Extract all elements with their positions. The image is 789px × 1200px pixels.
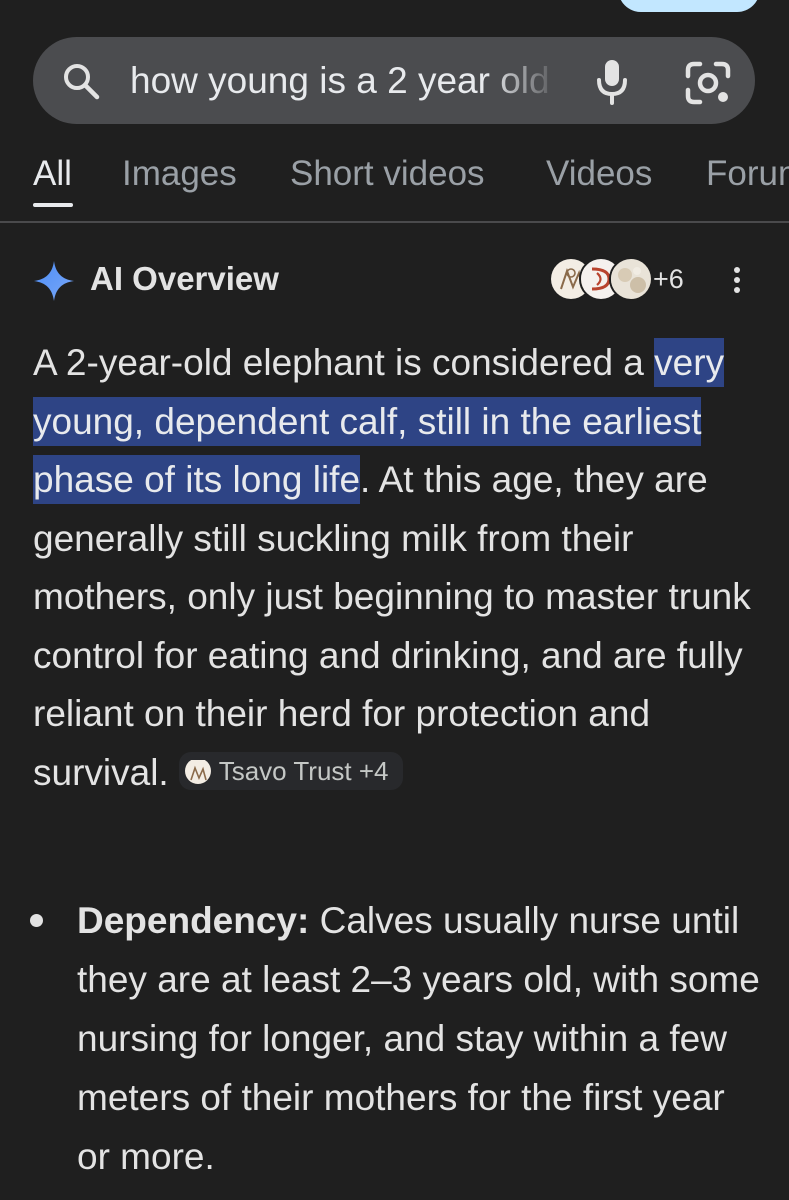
- bullet-marker: [30, 914, 43, 927]
- top-action-button[interactable]: [618, 0, 760, 12]
- top-bar-remnant: [0, 0, 789, 30]
- search-tabs: All Images Short videos Videos Forums: [0, 142, 789, 212]
- tab-all-underline: [33, 203, 73, 207]
- citation-avatar: [184, 758, 211, 784]
- tab-all[interactable]: All: [33, 154, 72, 194]
- tab-images[interactable]: Images: [122, 154, 237, 194]
- bullet-body: Calves usually nurse until they are at l…: [77, 900, 760, 1177]
- citation-label: Tsavo Trust +4: [218, 755, 389, 786]
- tab-videos[interactable]: Videos: [546, 154, 652, 194]
- citation-chip[interactable]: Tsavo Trust +4: [178, 751, 403, 790]
- ai-overview-title: AI Overview: [90, 260, 279, 297]
- tabs-divider: [0, 221, 789, 223]
- mic-icon[interactable]: [592, 58, 632, 106]
- summary-body: . At this age, they are generally still …: [33, 459, 751, 793]
- lens-icon[interactable]: [684, 60, 732, 106]
- ai-overview-summary: A 2-year-old elephant is considered a ve…: [33, 334, 763, 802]
- source-avatars[interactable]: [549, 257, 653, 301]
- sparkle-icon: [34, 261, 74, 301]
- search-icon[interactable]: [60, 60, 104, 104]
- tab-forums[interactable]: Forums: [706, 154, 789, 194]
- bullet-title: Dependency:: [77, 900, 310, 941]
- source-avatar[interactable]: [609, 257, 653, 301]
- tab-short-videos[interactable]: Short videos: [290, 154, 485, 194]
- search-input-fade: [488, 52, 570, 110]
- summary-intro: A 2-year-old elephant is considered a: [33, 342, 655, 383]
- list-item: Dependency: Calves usually nurse until t…: [77, 891, 767, 1186]
- more-vert-icon[interactable]: [725, 262, 749, 298]
- source-count[interactable]: +6: [653, 262, 684, 296]
